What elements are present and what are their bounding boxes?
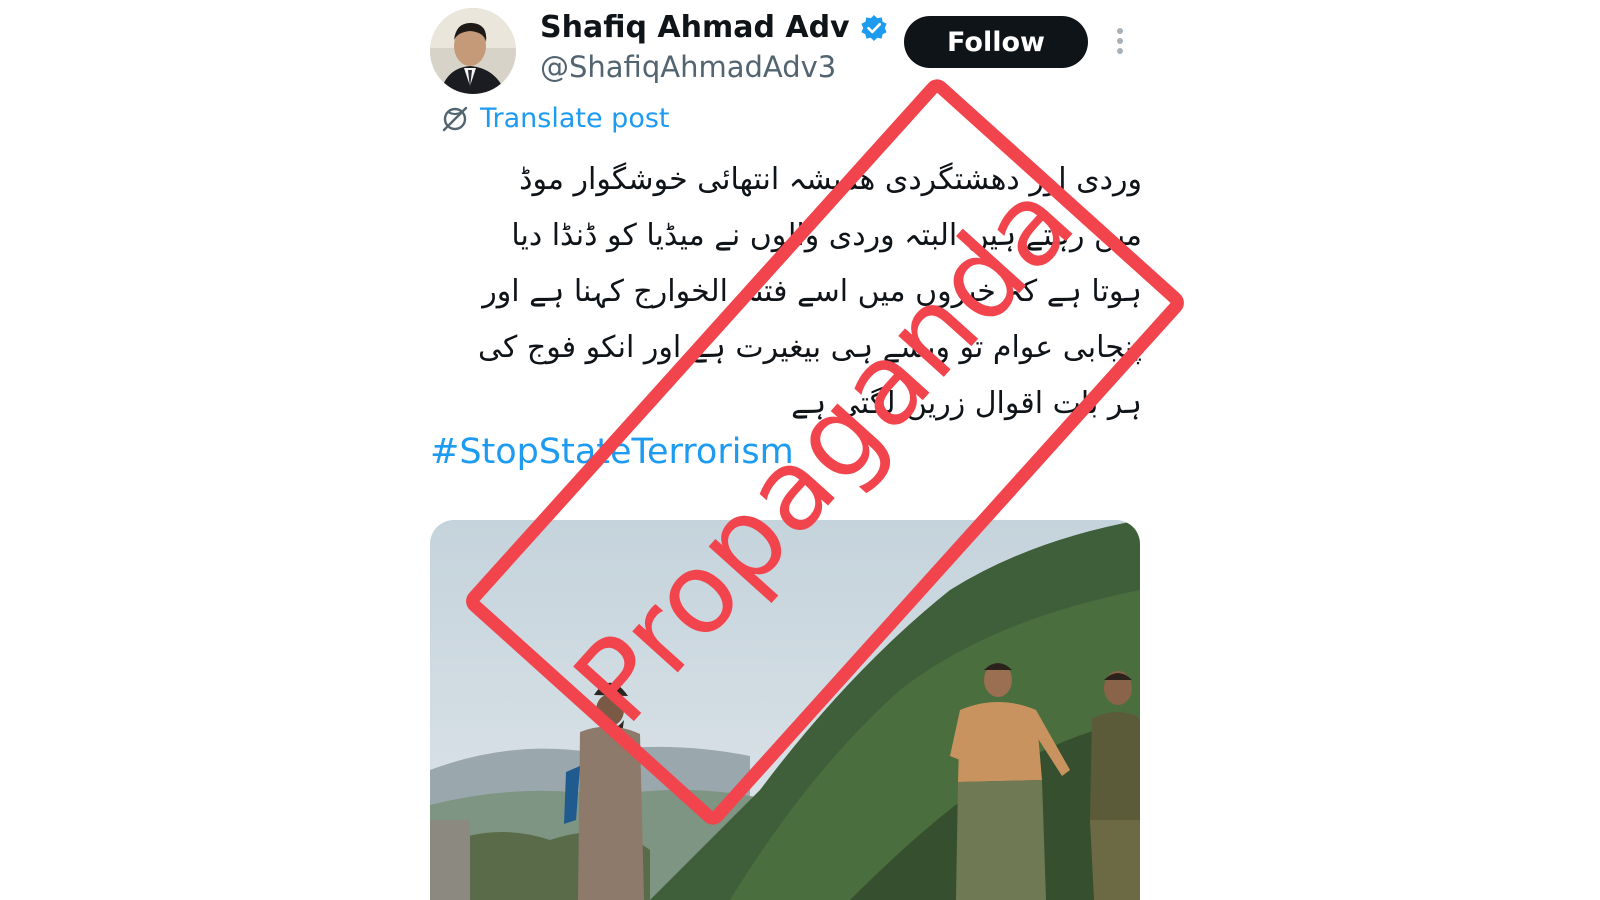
author-handle[interactable]: @ShafiqAhmadAdv3	[540, 50, 836, 84]
follow-button[interactable]: Follow	[904, 16, 1088, 68]
author-display-name[interactable]: Shafiq Ahmad Adv	[540, 10, 850, 45]
translate-icon	[442, 106, 468, 131]
author-name-row: Shafiq Ahmad Adv	[540, 10, 888, 45]
verified-badge-icon	[860, 14, 888, 42]
avatar-image	[430, 8, 516, 94]
more-options-icon[interactable]	[1116, 28, 1124, 58]
translate-post-link[interactable]: Translate post	[440, 103, 670, 134]
avatar[interactable]	[430, 8, 516, 94]
translate-post-label: Translate post	[480, 103, 670, 134]
